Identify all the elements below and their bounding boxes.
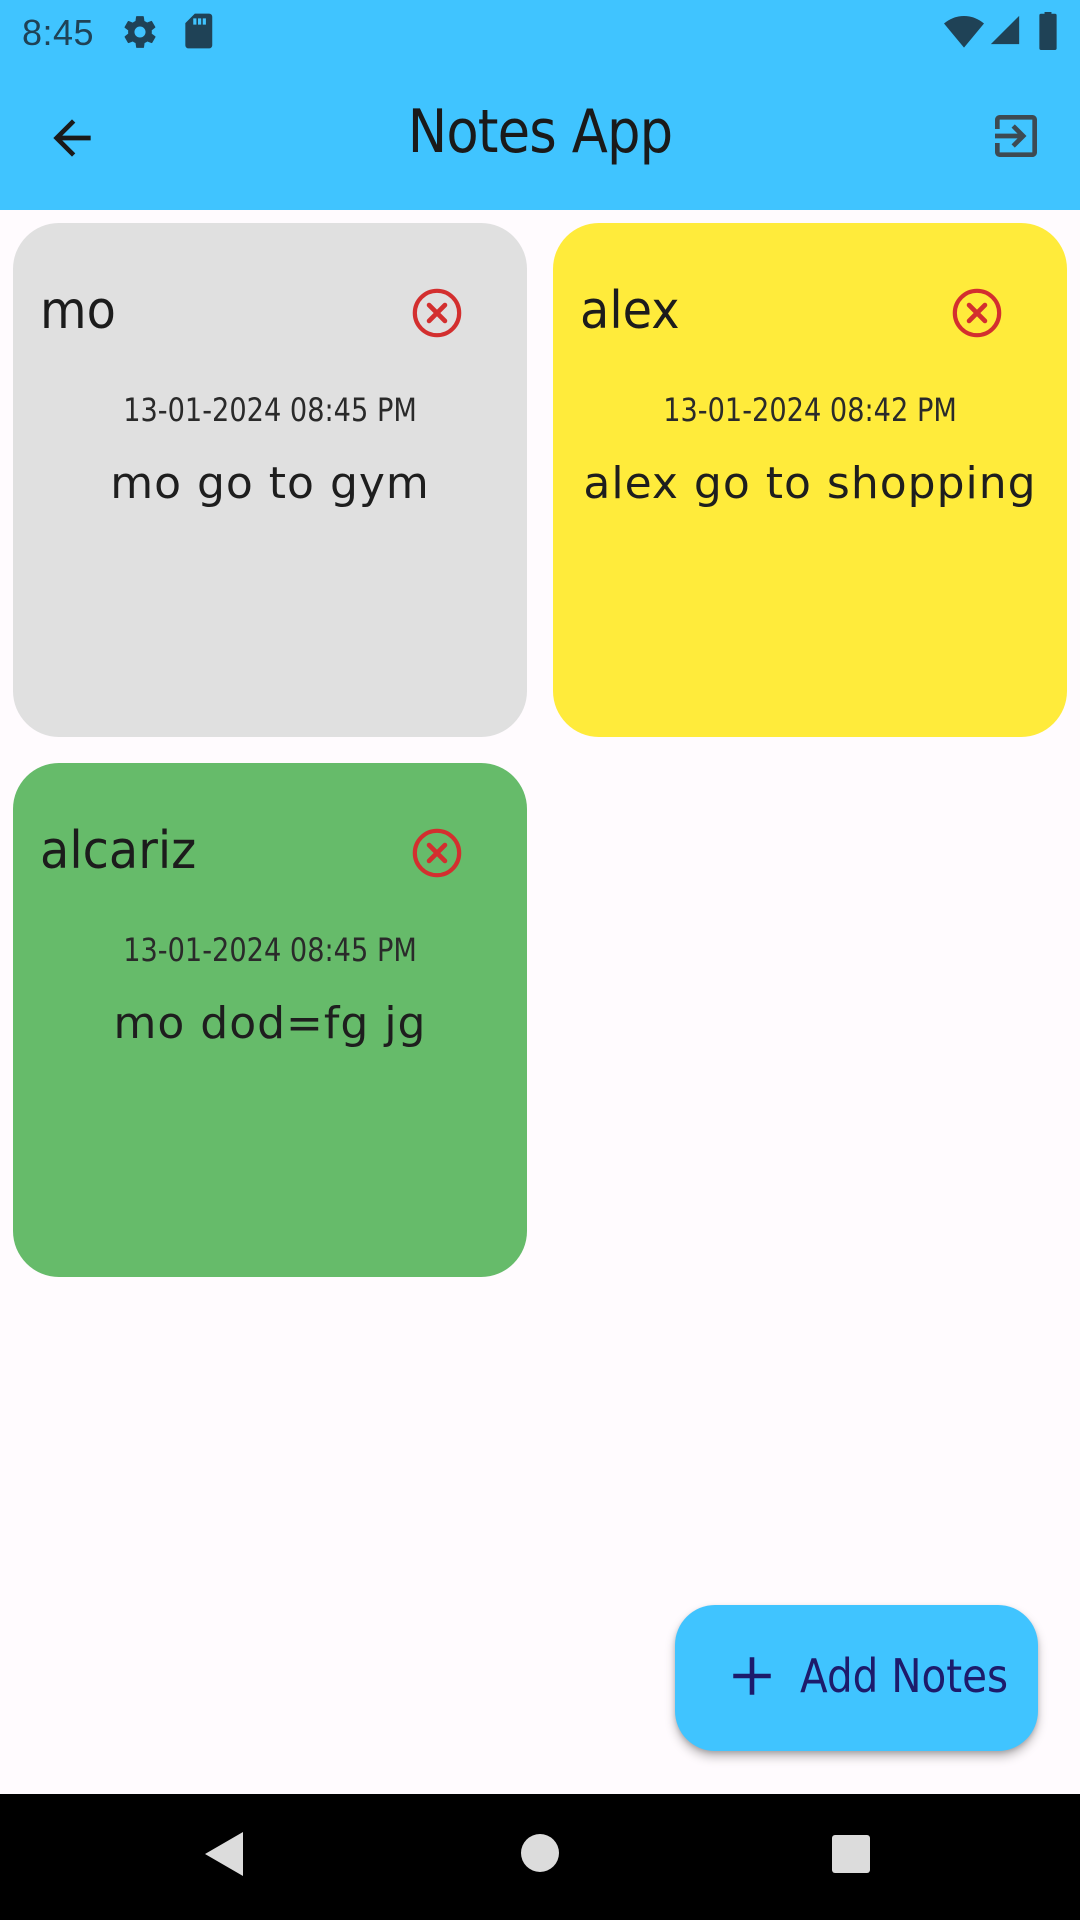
sd-card-icon (181, 12, 215, 55)
close-circle-icon (952, 288, 1002, 338)
close-circle-icon (412, 288, 462, 338)
note-date: 13-01-2024 08:42 PM (663, 391, 957, 429)
note-body: alex go to shopping (583, 458, 1037, 509)
nav-recents-button[interactable] (831, 1834, 871, 1879)
note-title: alcariz (40, 821, 197, 881)
wifi-icon (944, 14, 984, 53)
battery-icon (1037, 12, 1059, 55)
note-body: mo go to gym (110, 458, 430, 509)
delete-note-button[interactable] (409, 825, 465, 881)
logout-button[interactable] (988, 108, 1044, 164)
nav-home-icon (521, 1834, 559, 1872)
note-date: 13-01-2024 08:45 PM (123, 391, 417, 429)
status-bar: 8:45 (0, 0, 1080, 63)
close-circle-icon (412, 828, 462, 878)
status-time: 8:45 (22, 12, 95, 53)
nav-back-icon (205, 1832, 243, 1876)
nav-home-button[interactable] (520, 1833, 560, 1878)
note-title: alex (580, 281, 680, 341)
page-title: Notes App (407, 97, 673, 167)
plus-icon (733, 1657, 771, 1695)
delete-note-button[interactable] (409, 285, 465, 341)
nav-back-button[interactable] (203, 1830, 245, 1883)
logout-icon (995, 115, 1037, 157)
gear-icon (121, 13, 159, 56)
add-notes-button[interactable]: Add Notes (675, 1605, 1038, 1751)
navigation-bar (0, 1794, 1080, 1920)
nav-recents-icon (832, 1835, 870, 1873)
app-bar: Notes App (0, 63, 1080, 210)
note-title: mo (40, 281, 116, 341)
delete-note-button[interactable] (949, 285, 1005, 341)
note-date: 13-01-2024 08:45 PM (123, 931, 417, 969)
signal-icon (988, 13, 1022, 52)
note-card[interactable]: mo 13-01-2024 08:45 PM mo go to gym (13, 223, 527, 737)
add-notes-label: Add Notes (800, 1649, 1009, 1703)
note-card[interactable]: alex 13-01-2024 08:42 PM alex go to shop… (553, 223, 1067, 737)
note-card[interactable]: alcariz 13-01-2024 08:45 PM mo dod=fg jg (13, 763, 527, 1277)
note-body: mo dod=fg jg (113, 998, 427, 1049)
